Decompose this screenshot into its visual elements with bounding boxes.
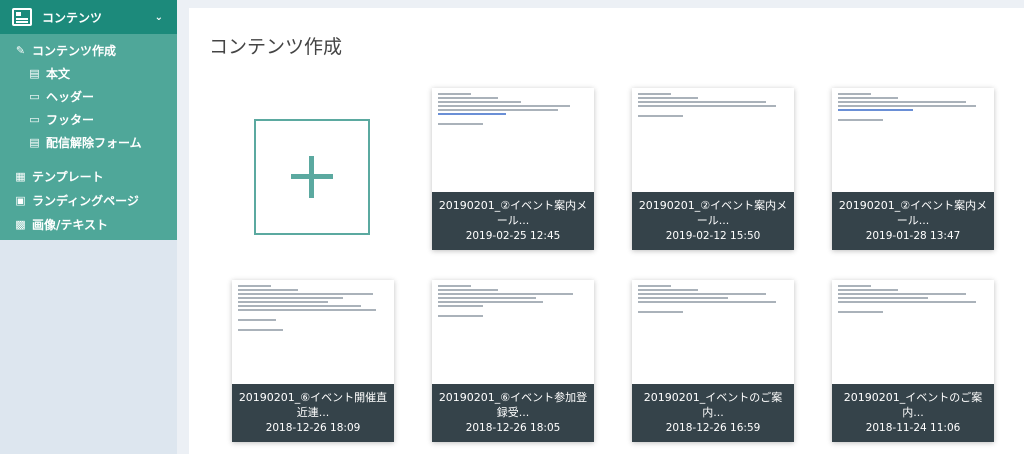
email-preview-thumbnail — [632, 88, 794, 192]
landing-page-icon: ▣ — [15, 193, 26, 207]
card-caption: 20190201_イベントのご案内... 2018-11-24 11:06 — [832, 384, 994, 442]
sidebar-item-label: テンプレート — [32, 169, 104, 184]
content-card[interactable]: 20190201_②イベント案内メール... 2019-01-28 13:47 — [832, 88, 994, 250]
email-preview-thumbnail — [232, 280, 394, 384]
sidebar-item-label: フッター — [46, 113, 95, 127]
sidebar-item-label: 配信解除フォーム — [46, 136, 142, 150]
card-date: 2019-01-28 13:47 — [865, 230, 961, 242]
document-icon: ▤ — [29, 67, 40, 80]
layout-icon — [12, 8, 32, 26]
card-title: 20190201_⑥イベント参加登録受... — [438, 391, 588, 419]
card-title: 20190201_②イベント案内メール... — [438, 199, 588, 227]
sidebar-item-image-text[interactable]: ▩ 画像/テキスト — [0, 212, 177, 236]
card-date: 2018-12-26 18:05 — [465, 422, 561, 434]
sidebar-item-unsubscribe-form[interactable]: ▤ 配信解除フォーム — [0, 131, 177, 154]
content-card[interactable]: 20190201_②イベント案内メール... 2019-02-25 12:45 — [432, 88, 594, 250]
template-icon: ▦ — [15, 169, 26, 183]
document-icon: ▤ — [29, 136, 40, 149]
sidebar-item-label: コンテンツ作成 — [32, 43, 117, 58]
sidebar-item-template[interactable]: ▦ テンプレート — [0, 164, 177, 188]
content-card[interactable]: 20190201_イベントのご案内... 2018-12-26 16:59 — [632, 280, 794, 442]
main-panel: コンテンツ作成 20190201_②イベント案内メール... 2019-02-2… — [189, 8, 1024, 454]
card-caption: 20190201_イベントのご案内... 2018-12-26 16:59 — [632, 384, 794, 442]
card-date: 2018-12-26 16:59 — [665, 422, 761, 434]
sidebar-item-header[interactable]: ▭ ヘッダー — [0, 85, 177, 108]
sidebar-item-label: 本文 — [46, 67, 71, 81]
document-icon: ▭ — [29, 90, 40, 103]
sidebar: コンテンツ ⌄ ✎ コンテンツ作成 ▤ 本文 ▭ ヘッダー ▭ フッター ▤ 配… — [0, 0, 177, 454]
content-card[interactable]: 20190201_②イベント案内メール... 2019-02-12 15:50 — [632, 88, 794, 250]
card-title: 20190201_⑥イベント開催直近連... — [238, 391, 388, 419]
email-preview-thumbnail — [632, 280, 794, 384]
plus-icon — [291, 156, 333, 198]
document-icon: ▭ — [29, 113, 40, 126]
content-card[interactable]: 20190201_⑥イベント参加登録受... 2018-12-26 18:05 — [432, 280, 594, 442]
card-caption: 20190201_⑥イベント開催直近連... 2018-12-26 18:09 — [232, 384, 394, 442]
sidebar-menu: ✎ コンテンツ作成 ▤ 本文 ▭ ヘッダー ▭ フッター ▤ 配信解除フォーム … — [0, 34, 177, 240]
page-title: コンテンツ作成 — [209, 36, 343, 58]
card-title: 20190201_イベントのご案内... — [843, 391, 983, 419]
sidebar-item-label: ヘッダー — [46, 90, 95, 104]
card-date: 2018-11-24 11:06 — [865, 422, 961, 434]
edit-icon: ✎ — [15, 43, 26, 57]
email-preview-thumbnail — [832, 280, 994, 384]
sidebar-item-label: 画像/テキスト — [32, 217, 109, 232]
sidebar-header-contents[interactable]: コンテンツ ⌄ — [0, 0, 177, 34]
sidebar-item-label: ランディングページ — [32, 193, 139, 208]
card-title: 20190201_イベントのご案内... — [643, 391, 783, 419]
card-date: 2019-02-12 15:50 — [665, 230, 761, 242]
card-caption: 20190201_⑥イベント参加登録受... 2018-12-26 18:05 — [432, 384, 594, 442]
card-date: 2018-12-26 18:09 — [265, 422, 361, 434]
email-preview-thumbnail — [432, 280, 594, 384]
card-title: 20190201_②イベント案内メール... — [638, 199, 788, 227]
sidebar-item-landing-page[interactable]: ▣ ランディングページ — [0, 188, 177, 212]
sidebar-item-footer[interactable]: ▭ フッター — [0, 108, 177, 131]
content-grid: 20190201_②イベント案内メール... 2019-02-25 12:45 … — [189, 88, 1024, 454]
card-date: 2019-02-25 12:45 — [465, 230, 561, 242]
content-card[interactable]: 20190201_イベントのご案内... 2018-11-24 11:06 — [832, 280, 994, 442]
sidebar-item-content-create[interactable]: ✎ コンテンツ作成 — [0, 38, 177, 62]
content-card[interactable]: 20190201_⑥イベント開催直近連... 2018-12-26 18:09 — [232, 280, 394, 442]
card-title: 20190201_②イベント案内メール... — [838, 199, 988, 227]
image-icon: ▩ — [15, 217, 26, 231]
sidebar-header-label: コンテンツ — [42, 10, 103, 25]
card-caption: 20190201_②イベント案内メール... 2019-02-25 12:45 — [432, 192, 594, 250]
email-preview-thumbnail — [832, 88, 994, 192]
card-caption: 20190201_②イベント案内メール... 2019-01-28 13:47 — [832, 192, 994, 250]
sidebar-item-body[interactable]: ▤ 本文 — [0, 62, 177, 85]
chevron-down-icon[interactable]: ⌄ — [155, 12, 163, 23]
email-preview-thumbnail — [432, 88, 594, 192]
card-caption: 20190201_②イベント案内メール... 2019-02-12 15:50 — [632, 192, 794, 250]
new-content-button[interactable] — [254, 119, 370, 235]
